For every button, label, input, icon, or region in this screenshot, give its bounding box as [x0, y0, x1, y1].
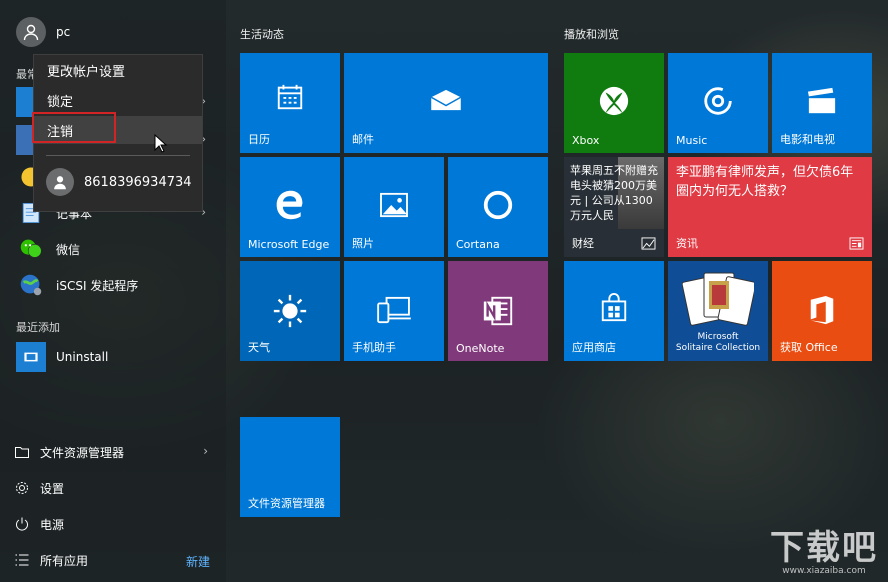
person-icon: [51, 173, 69, 191]
app-item-uninstall[interactable]: Uninstall: [16, 342, 216, 372]
tile-onenote[interactable]: OneNote: [448, 261, 548, 361]
cortana-icon: [480, 187, 516, 223]
music-disc-icon: [700, 83, 736, 119]
clapperboard-icon: [804, 85, 840, 117]
nav-power[interactable]: 电源: [14, 512, 214, 536]
nav-file-explorer[interactable]: 文件资源管理器 ›: [14, 440, 214, 464]
chevron-right-icon[interactable]: ›: [203, 444, 208, 458]
tile-get-office[interactable]: 获取 Office: [772, 261, 872, 361]
menu-other-user[interactable]: 8618396934734: [46, 168, 192, 196]
tile-news[interactable]: 李亚鹏有律师发声，但欠债6年圈内为何无人搭救？ 资讯: [668, 157, 872, 257]
tile-cortana[interactable]: Cortana: [448, 157, 548, 257]
playing-cards-icon: [682, 269, 754, 331]
edge-icon: [272, 187, 308, 223]
office-icon: [806, 293, 838, 327]
recently-added-label: 最近添加: [16, 319, 60, 335]
sun-icon: [270, 291, 310, 331]
new-badge: 新建: [186, 553, 210, 570]
user-avatar[interactable]: [16, 17, 46, 47]
phone-laptop-icon: [374, 295, 414, 325]
menu-change-account-settings[interactable]: 更改帐户设置: [34, 56, 202, 84]
user-name[interactable]: pc: [56, 25, 70, 39]
tile-photos[interactable]: 照片: [344, 157, 444, 257]
calendar-icon: [274, 81, 306, 113]
wechat-icon: [16, 234, 46, 264]
tile-music[interactable]: Music: [668, 53, 768, 153]
person-icon: [21, 22, 41, 42]
app-item-iscsi[interactable]: iSCSI 发起程序: [16, 270, 216, 300]
tile-mail[interactable]: 邮件: [344, 53, 548, 153]
menu-separator: [46, 155, 190, 156]
news-icon: [848, 236, 864, 250]
tile-edge[interactable]: Microsoft Edge: [240, 157, 340, 257]
mail-icon: [428, 87, 464, 113]
finance-chart-icon: [640, 236, 656, 250]
user-avatar: [46, 168, 74, 196]
sign-out-highlight-box: [32, 112, 116, 143]
tile-movies-tv[interactable]: 电影和电视: [772, 53, 872, 153]
tile-finance[interactable]: 苹果周五不附赠充电头被猜200万美元 | 公司从1300万元人民 财经: [564, 157, 664, 257]
photo-icon: [378, 191, 410, 219]
list-icon: [14, 552, 30, 568]
tile-file-explorer[interactable]: 文件资源管理器: [240, 417, 340, 517]
tile-store[interactable]: 应用商店: [564, 261, 664, 361]
folder-icon: [14, 444, 30, 460]
onenote-icon: [480, 293, 516, 329]
menu-lock[interactable]: 锁定: [34, 86, 202, 114]
app-item-wechat[interactable]: 微信: [16, 234, 216, 264]
watermark: 下载吧 www.xiazaiba.com: [770, 530, 878, 576]
group-title-play: 播放和浏览: [564, 26, 619, 42]
uninstall-icon: [16, 342, 46, 372]
tile-calendar[interactable]: 日历: [240, 53, 340, 153]
gear-icon: [14, 480, 30, 496]
solitaire-label: Microsoft Solitaire Collection: [668, 332, 768, 354]
power-icon: [14, 516, 30, 532]
nav-settings[interactable]: 设置: [14, 476, 214, 500]
globe-icon: [16, 270, 46, 300]
mouse-cursor-icon: [154, 134, 168, 154]
tile-xbox[interactable]: Xbox: [564, 53, 664, 153]
nav-all-apps[interactable]: 所有应用: [14, 548, 214, 572]
group-title-life: 生活动态: [240, 26, 284, 42]
store-bag-icon: [598, 291, 630, 325]
xbox-icon: [597, 84, 631, 118]
tile-phone-companion[interactable]: 手机助手: [344, 261, 444, 361]
tile-solitaire[interactable]: Microsoft Solitaire Collection: [668, 261, 768, 361]
tile-weather[interactable]: 天气: [240, 261, 340, 361]
